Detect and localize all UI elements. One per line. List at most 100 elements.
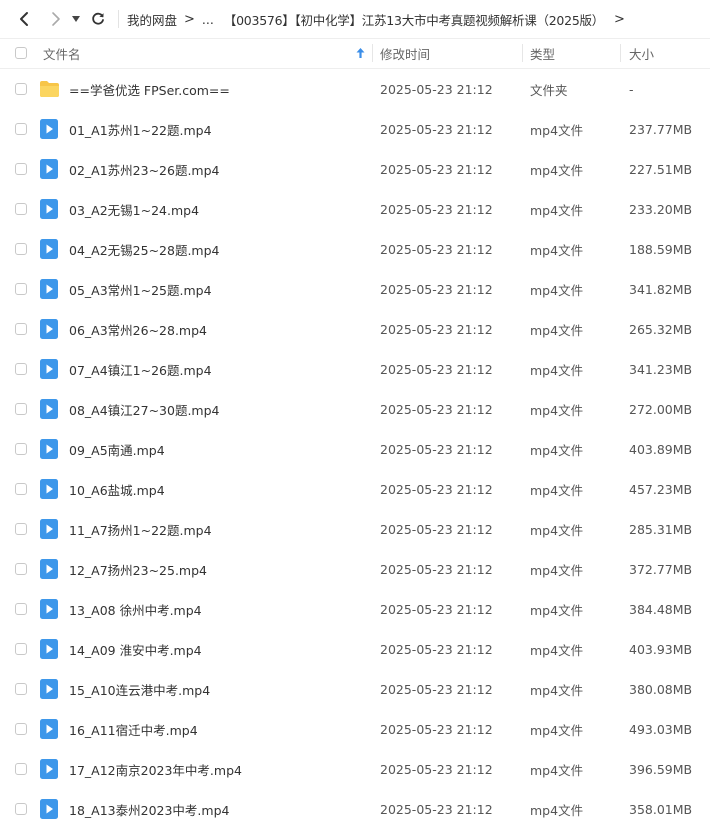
row-select-cell [15,309,27,349]
file-modified-time: 2025-05-23 21:12 [380,201,493,217]
file-row[interactable]: 10_A6盐城.mp4 2025-05-23 21:12 mp4文件 457.23MB [0,469,710,509]
select-all-checkbox[interactable] [15,47,27,59]
file-modified-time: 2025-05-23 21:12 [380,361,493,377]
row-checkbox[interactable] [15,803,27,815]
file-name[interactable]: 05_A3常州1~25题.mp4 [69,269,369,309]
forward-button[interactable] [46,7,66,31]
row-select-cell [15,269,27,309]
row-select-cell [15,389,27,429]
row-checkbox[interactable] [15,563,27,575]
file-size: 493.03MB [629,721,693,737]
file-type: mp4文件 [530,362,584,378]
type-column-header[interactable]: 类型 [530,38,615,68]
file-name[interactable]: 11_A7扬州1~22题.mp4 [69,509,369,549]
row-checkbox[interactable] [15,83,27,95]
file-row[interactable]: 14_A09 淮安中考.mp4 2025-05-23 21:12 mp4文件 403.… [0,629,710,669]
file-name[interactable]: 18_A13泰州2023中考.mp4 [69,789,369,829]
row-checkbox[interactable] [15,283,27,295]
video-file-icon [40,439,58,459]
file-name[interactable]: 17_A12南京2023年中考.mp4 [69,749,369,789]
file-size: 403.89MB [629,441,693,457]
size-column-header[interactable]: 大小 [629,38,699,68]
file-row[interactable]: 17_A12南京2023年中考.mp4 2025-05-23 21:12 mp4文件… [0,749,710,789]
row-checkbox[interactable] [15,163,27,175]
history-dropdown-button[interactable] [70,7,82,31]
file-type: mp4文件 [530,762,584,778]
file-name[interactable]: 01_A1苏州1~22题.mp4 [69,109,369,149]
file-name[interactable]: 13_A08 徐州中考.mp4 [69,589,369,629]
file-row[interactable]: 02_A1苏州23~26题.mp4 2025-05-23 21:12 mp4文件 22… [0,149,710,189]
file-size: 341.23MB [629,361,693,377]
select-all-cell [15,38,27,68]
file-name[interactable]: 08_A4镇江27~30题.mp4 [69,389,369,429]
row-checkbox[interactable] [15,443,27,455]
file-row[interactable]: 05_A3常州1~25题.mp4 2025-05-23 21:12 mp4文件 341… [0,269,710,309]
row-checkbox[interactable] [15,723,27,735]
row-checkbox[interactable] [15,643,27,655]
file-row[interactable]: 06_A3常州26~28.mp4 2025-05-23 21:12 mp4文件 265… [0,309,710,349]
breadcrumb-ellipsis[interactable]: ... [202,12,214,27]
file-row[interactable]: 16_A11宿迁中考.mp4 2025-05-23 21:12 mp4文件 493.0… [0,709,710,749]
row-checkbox[interactable] [15,403,27,415]
file-name[interactable]: 14_A09 淮安中考.mp4 [69,629,369,669]
row-select-cell [15,709,27,749]
video-file-icon [40,519,58,539]
name-column-header[interactable]: 文件名 [43,38,373,68]
file-row[interactable]: 12_A7扬州23~25.mp4 2025-05-23 21:12 mp4文件 372… [0,549,710,589]
size-column-label: 大小 [629,46,655,62]
file-row[interactable]: 07_A4镇江1~26题.mp4 2025-05-23 21:12 mp4文件 341… [0,349,710,389]
file-row[interactable]: 03_A2无锡1~24.mp4 2025-05-23 21:12 mp4文件 233.… [0,189,710,229]
row-checkbox[interactable] [15,483,27,495]
video-file-icon [40,719,58,739]
file-row[interactable]: 18_A13泰州2023中考.mp4 2025-05-23 21:12 mp4文件 3… [0,789,710,829]
file-name[interactable]: 16_A11宿迁中考.mp4 [69,709,369,749]
file-row[interactable]: 11_A7扬州1~22题.mp4 2025-05-23 21:12 mp4文件 285… [0,509,710,549]
file-modified-time: 2025-05-23 21:12 [380,521,493,537]
file-type: 文件夹 [530,82,568,98]
row-checkbox[interactable] [15,123,27,135]
file-name[interactable]: 04_A2无锡25~28题.mp4 [69,229,369,269]
file-name[interactable]: 09_A5南通.mp4 [69,429,369,469]
sort-ascending-icon[interactable] [356,48,365,58]
breadcrumb-root[interactable]: 我的网盘 [127,10,177,29]
row-checkbox[interactable] [15,243,27,255]
file-modified-time: 2025-05-23 21:12 [380,641,493,657]
file-name[interactable]: 06_A3常州26~28.mp4 [69,309,369,349]
file-modified-time: 2025-05-23 21:12 [380,161,493,177]
file-size: 384.48MB [629,601,693,617]
refresh-icon [92,12,104,25]
file-name[interactable]: 12_A7扬州23~25.mp4 [69,549,369,589]
folder-icon [40,81,59,97]
row-checkbox[interactable] [15,763,27,775]
file-name[interactable]: 03_A2无锡1~24.mp4 [69,189,369,229]
row-checkbox[interactable] [15,323,27,335]
file-name[interactable]: 07_A4镇江1~26题.mp4 [69,349,369,389]
modified-column-header[interactable]: 修改时间 [380,38,520,68]
file-name[interactable]: 15_A10连云港中考.mp4 [69,669,369,709]
row-checkbox[interactable] [15,203,27,215]
row-checkbox[interactable] [15,683,27,695]
file-row[interactable]: 15_A10连云港中考.mp4 2025-05-23 21:12 mp4文件 380.… [0,669,710,709]
refresh-button[interactable] [88,7,108,31]
file-name[interactable]: ==学爸优选 FPSer.com== [69,69,369,109]
file-row[interactable]: 08_A4镇江27~30题.mp4 2025-05-23 21:12 mp4文件 27… [0,389,710,429]
row-checkbox[interactable] [15,523,27,535]
file-name[interactable]: 02_A1苏州23~26题.mp4 [69,149,369,189]
file-size: 233.20MB [629,201,693,217]
back-button[interactable] [14,7,34,31]
file-row[interactable]: 09_A5南通.mp4 2025-05-23 21:12 mp4文件 403.89MB [0,429,710,469]
modified-column-label: 修改时间 [380,46,431,62]
file-row[interactable]: 13_A08 徐州中考.mp4 2025-05-23 21:12 mp4文件 384.… [0,589,710,629]
folder-row[interactable]: ==学爸优选 FPSer.com== 2025-05-23 21:12 文件夹 - [0,69,710,109]
row-checkbox[interactable] [15,603,27,615]
file-size: 237.77MB [629,121,693,137]
row-checkbox[interactable] [15,363,27,375]
breadcrumb-current[interactable]: 【003576】【初中化学】江苏13大市中考真题视频解析课（2025版） [224,10,604,29]
column-header: 文件名 修改时间 类型 大小 [0,38,710,68]
file-row[interactable]: 01_A1苏州1~22题.mp4 2025-05-23 21:12 mp4文件 237… [0,109,710,149]
file-row[interactable]: 04_A2无锡25~28题.mp4 2025-05-23 21:12 mp4文件 18… [0,229,710,269]
video-file-icon [40,599,58,619]
file-name[interactable]: 10_A6盐城.mp4 [69,469,369,509]
video-file-icon [40,759,58,779]
type-column-label: 类型 [530,46,556,62]
